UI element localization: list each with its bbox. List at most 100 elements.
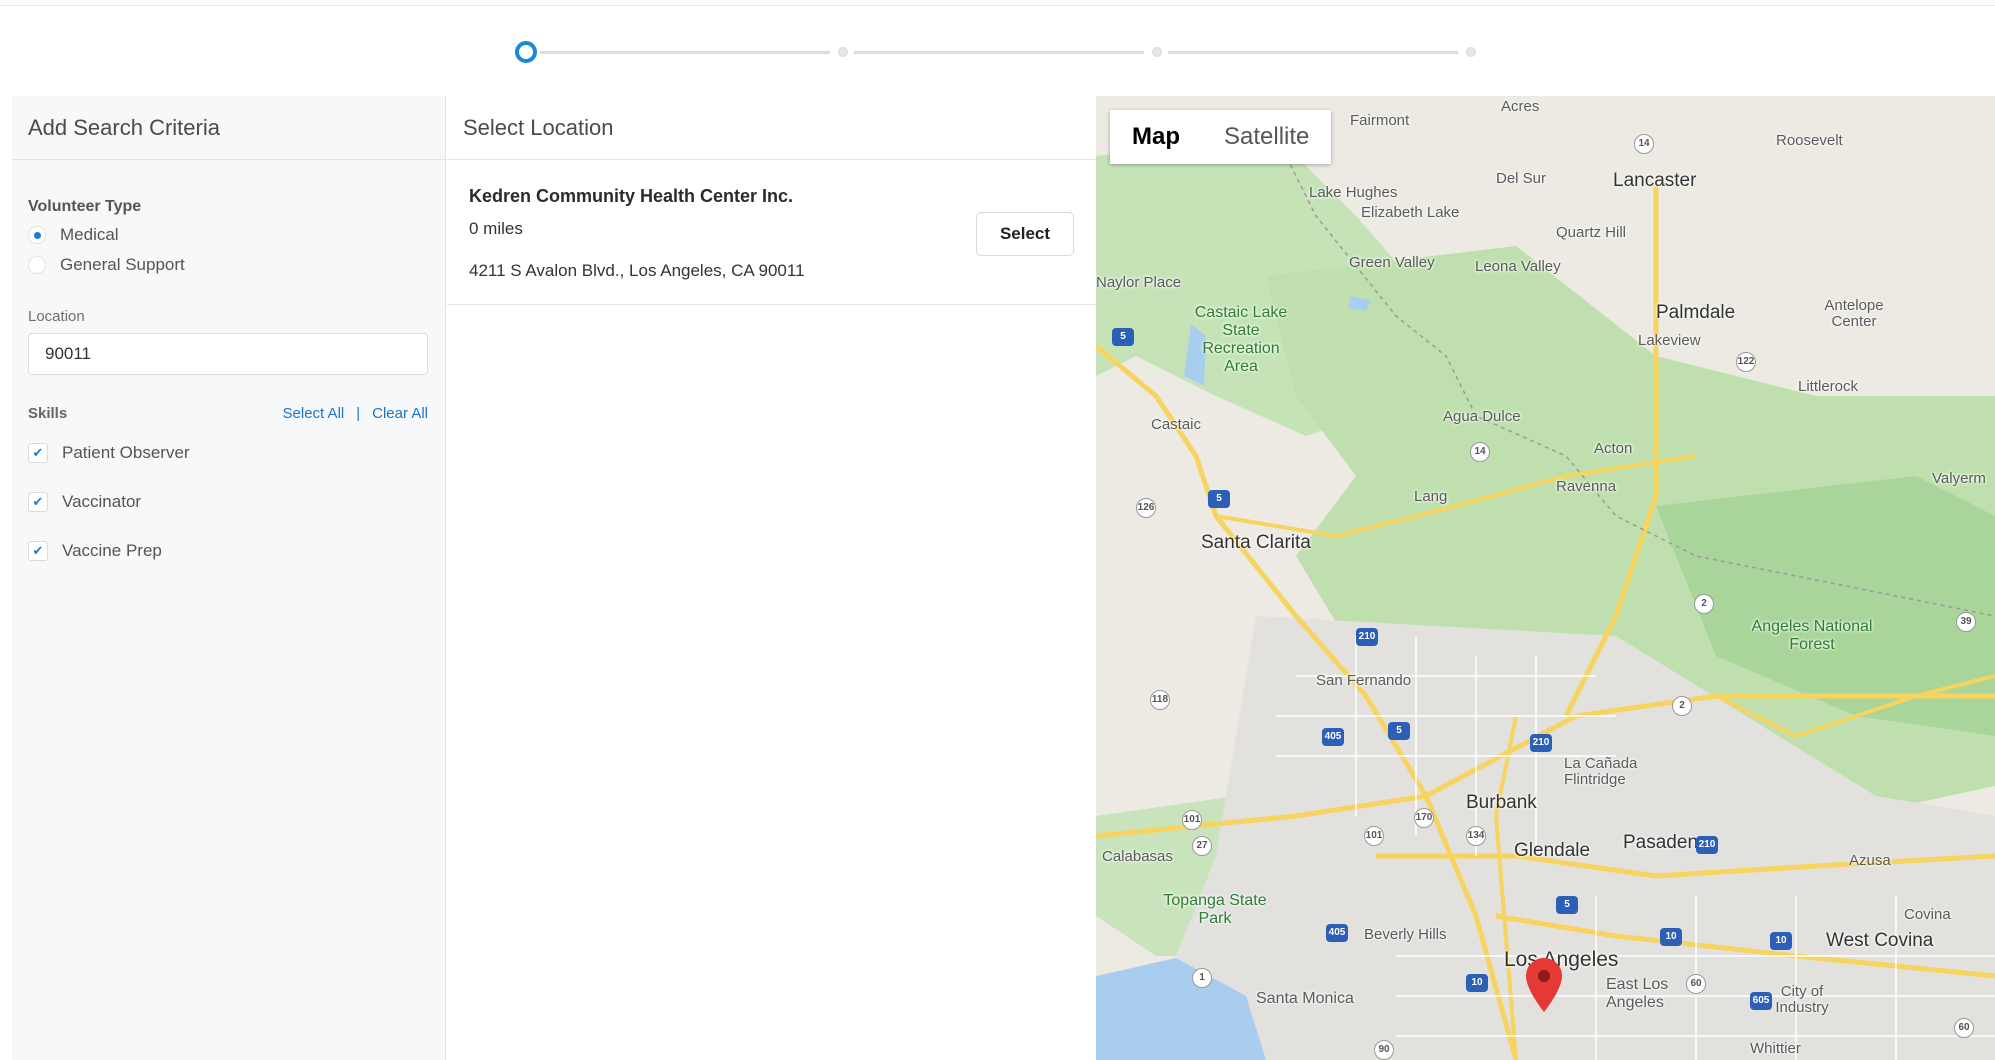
place-label: Palmdale: [1656, 302, 1736, 323]
select-location-title: Select Location: [447, 96, 1096, 160]
skill-vaccinator[interactable]: ✔ Vaccinator: [28, 477, 429, 526]
state-route-shield-icon: 90: [1374, 1040, 1394, 1060]
interstate-shield-icon: 10: [1770, 932, 1792, 950]
place-label: Elizabeth Lake: [1361, 204, 1460, 221]
step-connector: [540, 51, 830, 54]
place-label: Antelope Center: [1824, 297, 1884, 330]
radio-button[interactable]: [28, 256, 46, 274]
place-label: Angeles National Forest: [1751, 618, 1873, 653]
place-label: Del Sur: [1496, 170, 1547, 187]
map-view-button[interactable]: Map: [1110, 110, 1202, 164]
interstate-shield-icon: 5: [1388, 722, 1410, 740]
skill-patient-observer[interactable]: ✔ Patient Observer: [28, 428, 429, 477]
checkbox[interactable]: ✔: [28, 491, 48, 512]
state-route-shield-icon: 126: [1136, 498, 1156, 518]
skill-label: Patient Observer: [62, 442, 190, 462]
state-route-shield-icon: 134: [1466, 826, 1486, 846]
place-label: Green Valley: [1349, 254, 1435, 271]
link-separator: |: [356, 405, 361, 422]
checkbox[interactable]: ✔: [28, 540, 48, 561]
clear-all-link[interactable]: Clear All: [372, 405, 428, 422]
volunteer-type-medical[interactable]: Medical: [28, 220, 429, 250]
place-label: Glendale: [1514, 840, 1591, 861]
step-4-indicator: [1466, 47, 1476, 57]
location-name: Kedren Community Health Center Inc.: [469, 186, 794, 206]
volunteer-type-general-support[interactable]: General Support: [28, 250, 429, 280]
top-border: [0, 0, 1995, 6]
map-type-toggle: Map Satellite: [1110, 110, 1332, 164]
skill-vaccine-prep[interactable]: ✔ Vaccine Prep: [28, 526, 429, 575]
place-label: Lang: [1414, 488, 1448, 505]
interstate-shield-icon: 10: [1466, 974, 1488, 992]
map-view[interactable]: Map Satellite Fairmont Acres Roosevelt L…: [1096, 96, 1995, 1060]
place-label: Naylor Place: [1096, 274, 1182, 291]
state-route-shield-icon: 118: [1150, 690, 1170, 710]
place-label: Acres: [1501, 98, 1540, 115]
interstate-shield-icon: 405: [1326, 924, 1348, 942]
place-label: Burbank: [1466, 792, 1537, 813]
state-route-shield-icon: 60: [1686, 974, 1706, 994]
location-address: 4211 S Avalon Blvd., Los Angeles, CA 900…: [469, 261, 805, 280]
state-route-shield-icon: 39: [1956, 612, 1976, 632]
interstate-shield-icon: 10: [1660, 928, 1682, 946]
step-connector: [854, 51, 1144, 54]
state-route-shield-icon: 14: [1634, 134, 1654, 154]
state-route-shield-icon: 170: [1414, 808, 1434, 828]
interstate-shield-icon: 210: [1696, 836, 1718, 854]
place-label: Lakeview: [1638, 332, 1701, 349]
interstate-shield-icon: 5: [1556, 896, 1578, 914]
radio-button[interactable]: [28, 226, 46, 244]
interstate-shield-icon: 5: [1112, 328, 1134, 346]
step-2-indicator: [838, 47, 848, 57]
checkbox[interactable]: ✔: [28, 442, 48, 463]
place-label: Calabasas: [1102, 848, 1173, 865]
place-label: La Cañada Flintridge: [1564, 755, 1638, 788]
location-result-card: Kedren Community Health Center Inc. 0 mi…: [447, 160, 1096, 305]
state-route-shield-icon: 122: [1736, 352, 1756, 372]
place-label: West Covina: [1826, 930, 1934, 951]
step-1-indicator: [515, 41, 537, 63]
state-route-shield-icon: 1: [1192, 968, 1212, 988]
interstate-shield-icon: 210: [1530, 734, 1552, 752]
interstate-shield-icon: 210: [1356, 628, 1378, 646]
location-label: Location: [28, 308, 85, 325]
state-route-shield-icon: 2: [1672, 696, 1692, 716]
skills-label: Skills: [28, 405, 68, 422]
step-connector: [1168, 51, 1458, 54]
place-label: Ravenna: [1556, 478, 1617, 495]
select-location-button[interactable]: Select: [976, 212, 1074, 256]
place-label: Whittier: [1750, 1040, 1801, 1057]
place-label: Castaic Lake State Recreation Area: [1194, 304, 1288, 375]
place-label: Lancaster: [1613, 170, 1697, 191]
select-location-panel: Select Location Kedren Community Health …: [447, 96, 1096, 1060]
progress-stepper: [512, 38, 1482, 68]
place-label: Covina: [1904, 906, 1951, 923]
place-label: East Los Angeles: [1606, 976, 1669, 1011]
skill-label: Vaccinator: [62, 491, 142, 511]
place-label: Beverly Hills: [1364, 926, 1447, 943]
place-label: Quartz Hill: [1556, 224, 1627, 241]
place-label: Valyerm: [1932, 470, 1986, 487]
state-route-shield-icon: 27: [1192, 836, 1212, 856]
place-label: Castaic: [1151, 416, 1202, 433]
place-label: Agua Dulce: [1443, 408, 1521, 425]
search-criteria-panel: Add Search Criteria Volunteer Type Medic…: [12, 96, 446, 1060]
location-input[interactable]: [28, 333, 428, 375]
interstate-shield-icon: 605: [1750, 992, 1772, 1010]
state-route-shield-icon: 60: [1954, 1018, 1974, 1038]
place-label: Littlerock: [1798, 378, 1859, 395]
map-pin-icon[interactable]: [1526, 958, 1562, 1012]
state-route-shield-icon: 101: [1364, 826, 1384, 846]
place-label: City of Industry: [1775, 983, 1829, 1016]
place-label: Leona Valley: [1475, 258, 1561, 275]
state-route-shield-icon: 101: [1182, 810, 1202, 830]
volunteer-type-label: Volunteer Type: [28, 198, 142, 215]
satellite-view-button[interactable]: Satellite: [1202, 110, 1332, 164]
state-route-shield-icon: 14: [1470, 442, 1490, 462]
place-label: San Fernando: [1316, 672, 1412, 689]
place-label: Lake Hughes: [1309, 184, 1398, 201]
place-label: Santa Monica: [1256, 990, 1354, 1007]
interstate-shield-icon: 5: [1208, 490, 1230, 508]
place-label: Fairmont: [1350, 112, 1410, 129]
select-all-link[interactable]: Select All: [283, 405, 345, 422]
